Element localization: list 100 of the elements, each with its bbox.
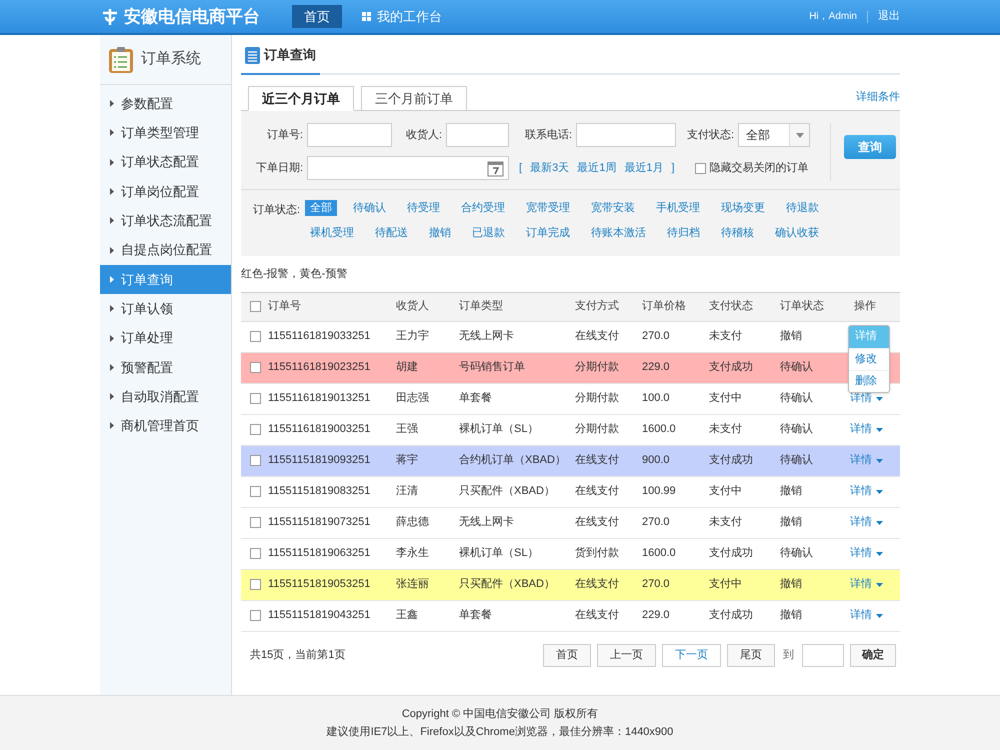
status-filter-item[interactable]: 宽带受理 xyxy=(521,200,575,216)
checkbox[interactable] xyxy=(250,548,261,559)
status-filter-item[interactable]: 宽带安装 xyxy=(586,200,640,216)
details-link[interactable]: 详情 xyxy=(850,607,883,624)
caret-icon xyxy=(876,428,883,432)
checkbox[interactable] xyxy=(250,455,261,466)
caret-icon xyxy=(876,582,883,586)
table-cell-text: 支付成功 xyxy=(709,360,754,376)
page-title: 订单查询 xyxy=(264,46,316,64)
page-button[interactable]: 首页 xyxy=(543,644,591,666)
caret-right-icon xyxy=(110,334,114,342)
sidebar-item[interactable]: 自提点岗位配置 xyxy=(100,235,231,265)
sidebar-item[interactable]: 商机管理首页 xyxy=(100,411,231,441)
details-link[interactable]: 详情 xyxy=(850,483,883,500)
logout-link[interactable]: 退出 xyxy=(878,8,900,25)
tab[interactable]: 三个月前订单 xyxy=(361,86,467,111)
sidebar-item[interactable]: 订单状态配置 xyxy=(100,148,231,177)
sidebar-item[interactable]: 参数配置 xyxy=(100,89,231,118)
status-filter-item[interactable]: 待归档 xyxy=(662,225,705,241)
checkbox[interactable] xyxy=(250,579,261,590)
checkbox[interactable] xyxy=(250,362,261,373)
table-cell-text: 只买配件（XBAD） xyxy=(459,484,556,500)
receiver-field[interactable] xyxy=(446,123,509,147)
page-number-field[interactable] xyxy=(802,644,844,666)
table-cell-text: 支付中 xyxy=(709,484,743,500)
page-button[interactable]: 下一页 xyxy=(662,644,721,666)
status-filter-item[interactable]: 已退款 xyxy=(467,225,510,241)
checkbox[interactable] xyxy=(250,424,261,435)
nav-tab[interactable]: 我的工作台 xyxy=(350,5,454,28)
caret-right-icon xyxy=(110,100,114,108)
status-filter-item[interactable]: 撤销 xyxy=(424,225,456,241)
sidebar-item[interactable]: 订单状态流配置 xyxy=(100,206,231,236)
order-number-field[interactable] xyxy=(307,123,392,147)
confirm-button[interactable]: 确定 xyxy=(850,644,896,666)
sidebar-item[interactable]: 订单岗位配置 xyxy=(100,176,231,206)
menu-item[interactable]: 删除 xyxy=(849,370,889,392)
page-button[interactable]: 尾页 xyxy=(727,644,775,666)
table-cell-text: 撤销 xyxy=(780,484,803,500)
details-link[interactable]: 详情 xyxy=(850,545,883,562)
sidebar-item[interactable]: 订单处理 xyxy=(100,323,231,353)
pay-status-select[interactable]: 全部 xyxy=(738,123,810,147)
checkbox-label: 隐藏交易关闭的订单 xyxy=(710,160,808,176)
table-cell-text: 分期付款 xyxy=(575,391,620,406)
field-label: 支付状态: xyxy=(686,128,734,143)
checkbox[interactable] xyxy=(250,331,261,342)
copyright-text: Copyright © 中国电信安徽公司 版权所有 xyxy=(402,706,598,722)
table-cell-text: 支付成功 xyxy=(709,546,754,562)
checkbox[interactable] xyxy=(250,486,261,497)
status-filter-item[interactable]: 待确认 xyxy=(348,200,391,216)
sidebar-item[interactable]: 订单类型管理 xyxy=(100,118,231,148)
nav-tab[interactable]: 首页 xyxy=(292,5,342,28)
grid-icon xyxy=(362,12,371,21)
status-filter-item[interactable]: 确认收获 xyxy=(770,225,824,241)
table-cell-text: 在线支付 xyxy=(575,515,620,530)
sidebar-item[interactable]: 订单认领 xyxy=(100,294,231,324)
checkbox[interactable] xyxy=(250,393,261,404)
status-filter-item[interactable]: 待配送 xyxy=(370,225,413,241)
table-cell-text: 支付成功 xyxy=(709,453,754,468)
details-link[interactable]: 详情 xyxy=(850,421,883,438)
caret-right-icon xyxy=(110,246,114,254)
sidebar-item[interactable]: 预警配置 xyxy=(100,352,231,382)
tab[interactable]: 近三个月订单 xyxy=(248,86,354,111)
table-cell-text: 未支付 xyxy=(709,422,743,438)
status-filter-item[interactable]: 裸机受理 xyxy=(305,225,359,241)
column-header: 操作 xyxy=(853,299,877,314)
details-link[interactable]: 详情 xyxy=(850,576,883,593)
table-cell-text: 在线支付 xyxy=(575,577,620,592)
checkbox[interactable] xyxy=(250,517,261,528)
sidebar-item[interactable]: 订单查询 xyxy=(100,264,231,294)
status-filter-item[interactable]: 待稽核 xyxy=(716,225,759,241)
quick-date-link[interactable]: 最新3天 xyxy=(530,160,570,176)
column-header: 订单号 xyxy=(268,299,302,314)
status-filter-item[interactable]: 合约受理 xyxy=(456,200,510,216)
sidebar-item[interactable]: 自动取消配置 xyxy=(100,382,231,412)
detail-link[interactable]: 详细条件 xyxy=(856,88,900,105)
details-link[interactable]: 详情 xyxy=(850,514,883,531)
bracket: ] xyxy=(671,160,674,176)
table-cell-text: 在线支付 xyxy=(575,329,620,344)
status-filter-item[interactable]: 待受理 xyxy=(402,200,445,216)
details-link[interactable]: 详情 xyxy=(850,452,883,469)
status-filter-item[interactable]: 手机受理 xyxy=(651,200,705,216)
search-button[interactable]: 查询 xyxy=(844,135,896,159)
menu-item[interactable]: 修改 xyxy=(849,348,889,370)
quick-date-link[interactable]: 最近1月 xyxy=(624,160,664,176)
date-field[interactable] xyxy=(307,156,509,180)
caret-icon xyxy=(876,490,883,494)
checkbox[interactable] xyxy=(250,301,261,312)
checkbox[interactable] xyxy=(250,610,261,621)
status-filter-item[interactable]: 全部 xyxy=(305,200,337,216)
checkbox[interactable] xyxy=(694,162,706,174)
page-button[interactable]: 上一页 xyxy=(597,644,656,666)
status-filter-item[interactable]: 待退款 xyxy=(781,200,824,216)
quick-date-link[interactable]: 最近1周 xyxy=(577,160,616,176)
table-cell-text: 撤销 xyxy=(780,515,803,530)
status-filter-item[interactable]: 待账本激活 xyxy=(586,225,651,241)
status-filter-item[interactable]: 现场变更 xyxy=(716,200,770,216)
caret-right-icon xyxy=(110,276,114,283)
phone-field[interactable] xyxy=(576,123,676,147)
table-cell-text: 待确认 xyxy=(780,546,814,562)
status-filter-item[interactable]: 订单完成 xyxy=(521,225,575,241)
